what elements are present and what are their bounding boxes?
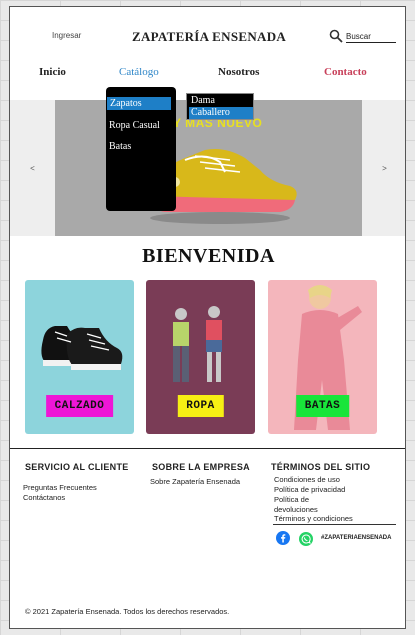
calzado-button[interactable]: CALZADO [45, 395, 114, 417]
footer-link-contactanos[interactable]: Contáctanos [23, 493, 65, 503]
footer-link-terminos[interactable]: Términos y condiciones [274, 514, 353, 524]
category-card-calzado[interactable]: CALZADO [25, 280, 134, 434]
dropdown-item-zapatos[interactable]: Zapatos [107, 97, 171, 110]
footer-heading-empresa: SOBRE LA EMPRESA [152, 462, 250, 472]
hero-image: Y MÁS NUEVO [55, 100, 362, 236]
footer-rule [273, 524, 396, 525]
copyright-text: © 2021 Zapatería Ensenada. Todos los der… [25, 607, 230, 616]
footer-heading-servicio: SERVICIO AL CLIENTE [25, 462, 129, 472]
mannequins-image [173, 306, 222, 382]
batas-button[interactable]: BATAS [295, 395, 350, 417]
footer-link-privacidad[interactable]: Política de privacidad [274, 485, 345, 495]
nav-catalogo[interactable]: Catálogo [119, 66, 159, 78]
category-card-ropa[interactable]: ROPA [146, 280, 255, 434]
nav-contacto[interactable]: Contacto [324, 66, 367, 78]
login-link[interactable]: Ingresar [52, 31, 81, 40]
zapatos-submenu: Dama Caballero [186, 93, 254, 120]
footer-heading-terminos: TÉRMINOS DEL SITIO [271, 462, 371, 472]
footer-divider [10, 448, 405, 449]
submenu-item-dama[interactable]: Dama [189, 95, 253, 107]
whatsapp-icon[interactable] [299, 532, 313, 546]
search-input[interactable] [346, 31, 396, 43]
welcome-heading: BIENVENIDA [142, 245, 275, 267]
page: Ingresar ZAPATERÍA ENSENADA Inicio Catál… [9, 6, 406, 629]
carousel-next-button[interactable]: > [362, 100, 405, 236]
footer-link-devoluciones[interactable]: Política de devoluciones [274, 495, 344, 515]
facebook-icon[interactable] [276, 531, 290, 545]
nav-nosotros[interactable]: Nosotros [218, 66, 259, 78]
catalog-dropdown: Zapatos Ropa Casual Batas [106, 87, 176, 211]
hero-carousel: < Y MÁS NUEVO > [10, 100, 405, 236]
brand-title: ZAPATERÍA ENSENADA [132, 29, 287, 44]
category-card-batas[interactable]: BATAS [268, 280, 377, 434]
nav-inicio[interactable]: Inicio [39, 66, 66, 78]
hashtag-label: #ZAPATERIAENSENADA [321, 535, 392, 541]
footer-link-condiciones[interactable]: Condiciones de uso [274, 475, 340, 485]
sneakers-image [41, 326, 123, 370]
dropdown-item-batas[interactable]: Batas [106, 141, 176, 152]
footer-link-sobre[interactable]: Sobre Zapatería Ensenada [150, 477, 240, 487]
search-icon[interactable] [329, 29, 343, 43]
ropa-button[interactable]: ROPA [177, 395, 224, 417]
dropdown-item-ropa-casual[interactable]: Ropa Casual [106, 120, 176, 131]
submenu-item-caballero[interactable]: Caballero [189, 107, 253, 119]
carousel-prev-button[interactable]: < [10, 100, 55, 236]
footer-link-preguntas[interactable]: Preguntas Frecuentes [23, 483, 97, 493]
